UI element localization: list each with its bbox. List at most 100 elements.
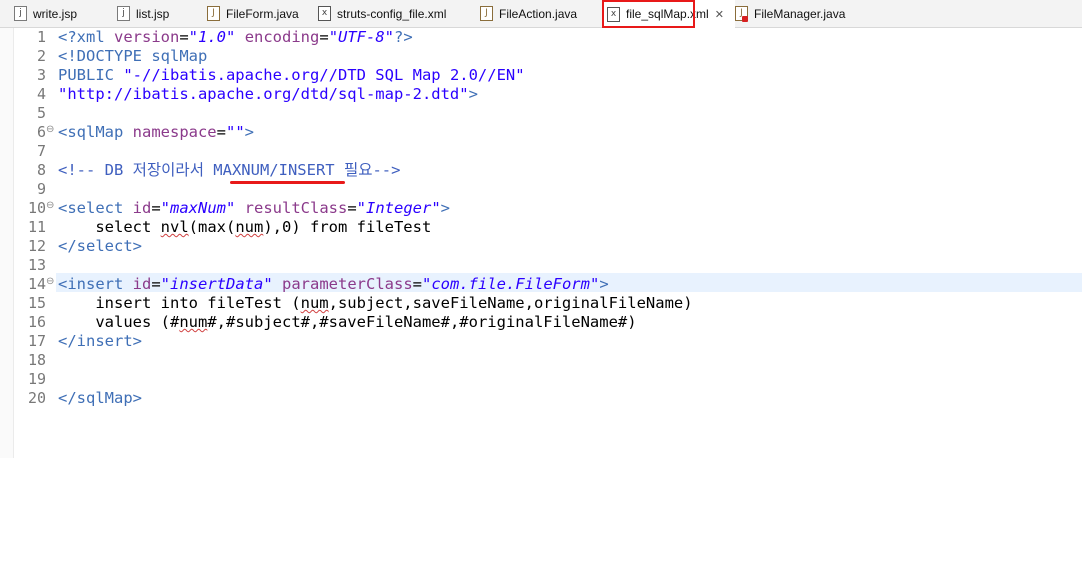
token: "maxNum" [160,199,236,217]
token: = [179,28,189,46]
token: num [235,218,264,236]
code-line-2: <!DOCTYPE sqlMap [58,47,208,65]
error-badge-icon [742,16,748,22]
tab-filemanager-java[interactable]: J FileManager.java [735,0,845,27]
token: namespace [132,123,217,141]
line-number: 6 [36,123,46,141]
token: "UTF-8" [328,28,395,46]
token: values (# [58,313,180,331]
tab-label: FileAction.java [499,6,578,21]
token: "-//ibatis.apache.org//DTD SQL Map 2.0//… [123,66,525,84]
code-editor[interactable]: 1 2 3 4 5 6 7 8 9 10 11 12 13 14 15 16 1… [0,28,1082,458]
token: <insert [58,275,133,293]
fold-toggle-icon[interactable]: ⊖ [46,124,54,135]
editor-tab-bar: j write.jsp j list.jsp J FileForm.java x… [0,0,1082,28]
code-line-20: </sqlMap> [58,389,142,407]
token: "insertData" [160,275,273,293]
annotation-underline [230,181,345,184]
token: PUBLIC [58,66,124,84]
tab-label: write.jsp [33,6,78,21]
code-line-11: select nvl(max(num),0) from fileTest [58,218,431,237]
fold-toggle-icon[interactable]: ⊖ [46,276,54,287]
line-number: 18 [27,351,46,369]
line-number: 17 [27,332,46,350]
code-line-3: PUBLIC "-//ibatis.apache.org//DTD SQL Ma… [58,66,525,85]
token: > [440,199,451,217]
tab-label: list.jsp [136,6,170,21]
tab-label: struts-config_file.xml [337,6,447,21]
token: id [132,275,152,293]
token: (max( [188,218,236,236]
code-line-6: <sqlMap namespace=""> [58,123,254,142]
code-content[interactable]: <?xml version="1.0" encoding="UTF-8"?> <… [58,28,693,579]
xml-file-icon: x [318,6,331,21]
code-line-8: <!-- DB 저장이라서 MAXNUM/INSERT 필요--> [58,161,400,180]
tab-struts-config-xml[interactable]: x struts-config_file.xml [318,0,446,27]
tab-list-jsp[interactable]: j list.jsp [117,0,169,27]
tab-label: FileManager.java [754,6,846,21]
code-line-16: values (#num#,#subject#,#saveFileName#,#… [58,313,637,332]
line-number: 8 [36,161,46,179]
token: ,subject,saveFileName,originalFileName) [328,294,693,312]
tab-label: file_sqlMap.xml [626,7,709,21]
tab-label: FileForm.java [226,6,299,21]
code-line-10: <select id="maxNum" resultClass="Integer… [58,199,450,218]
token: ),0) from fileTest [263,218,432,236]
code-line-1: <?xml version="1.0" encoding="UTF-8"?> [58,28,413,47]
line-number: 4 [36,85,46,103]
token: = [151,275,161,293]
line-number: 11 [27,218,46,236]
tab-write-jsp[interactable]: j write.jsp [14,0,77,27]
token: = [216,123,226,141]
line-number: 10 [27,199,46,217]
close-icon[interactable]: ✕ [715,8,724,21]
token: = [151,199,161,217]
line-number: 5 [36,104,46,122]
code-line-4: "http://ibatis.apache.org/dtd/sql-map-2.… [58,85,478,104]
token: <?xml [58,28,114,46]
token: = [319,28,329,46]
token: "" [226,123,245,141]
token: "http://ibatis.apache.org/dtd/sql-map-2.… [58,85,469,103]
jsp-file-icon: j [14,6,27,21]
jsp-file-icon: j [117,6,130,21]
java-file-icon: J [480,6,493,21]
code-line-17: </insert> [58,332,142,350]
token: #,#subject#,#saveFileName#,#originalFile… [207,313,637,331]
line-number: 7 [36,142,46,160]
token: ?> [394,28,413,46]
tab-fileform-java[interactable]: J FileForm.java [207,0,299,27]
line-number: 14 [27,275,46,293]
line-number: 13 [27,256,46,274]
tab-fileaction-java[interactable]: J FileAction.java [480,0,577,27]
java-file-icon: J [207,6,220,21]
token: <select [58,199,133,217]
token: "Integer" [356,199,441,217]
line-number: 15 [27,294,46,312]
xml-file-icon: x [607,6,620,22]
token: encoding [244,28,320,46]
token: select [58,218,161,236]
code-line-14: <insert id="insertData" parameterClass="… [58,275,609,294]
line-number-gutter: 1 2 3 4 5 6 7 8 9 10 11 12 13 14 15 16 1… [14,28,56,458]
token: 필요--> [334,161,401,179]
line-number: 1 [36,28,46,46]
line-number: 9 [36,180,46,198]
line-number: 12 [27,237,46,255]
tab-file-sqlmap-xml[interactable]: x file_sqlMap.xml ✕ [602,0,735,28]
token: > [599,275,609,293]
fold-toggle-icon[interactable]: ⊖ [46,200,54,211]
token: id [132,199,152,217]
token: "com.file.FileForm" [422,275,600,293]
token: > [244,123,255,141]
line-number: 2 [36,47,46,65]
code-line-12: </select> [58,237,142,255]
line-number: 16 [27,313,46,331]
token: resultClass [244,199,348,217]
line-number: 20 [27,389,46,407]
token: nvl [160,218,189,236]
token: num [300,294,329,312]
